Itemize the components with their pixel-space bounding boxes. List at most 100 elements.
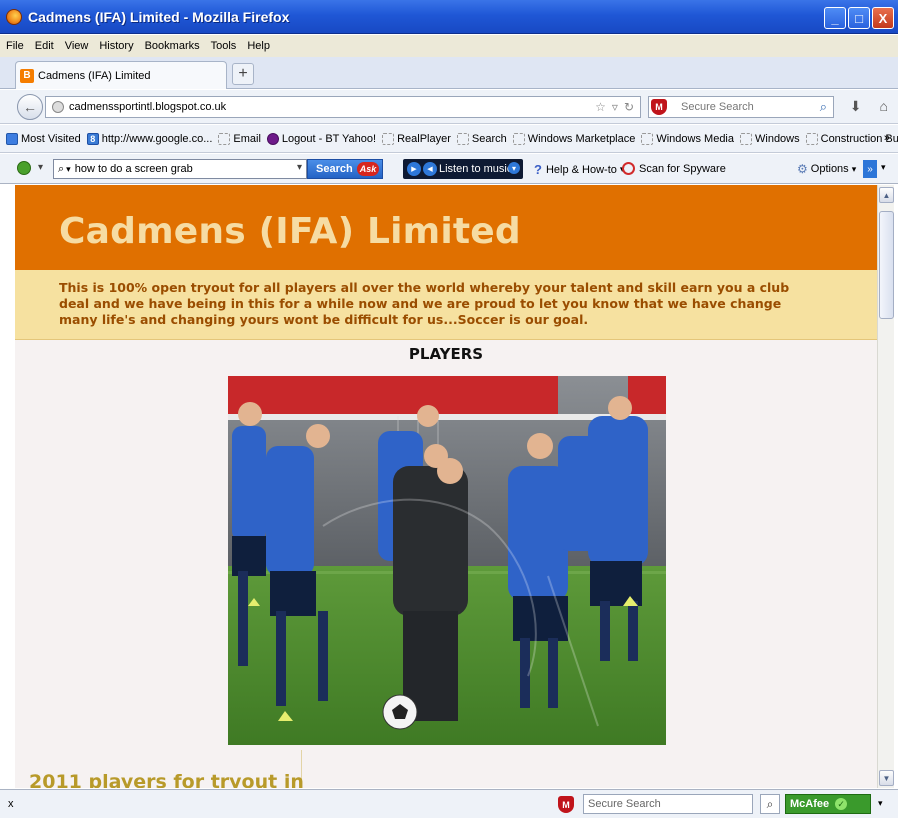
scrollbar-thumb[interactable]	[879, 211, 894, 319]
menu-history[interactable]: History	[99, 40, 133, 52]
minimize-button[interactable]: _	[824, 7, 846, 29]
bookmark-windows-media[interactable]: Windows Media	[641, 132, 734, 145]
bookmark-page-icon	[218, 132, 231, 145]
tab-cadmens[interactable]: B Cadmens (IFA) Limited	[15, 61, 227, 89]
gear-icon: ⚙	[797, 162, 808, 176]
close-button[interactable]: X	[872, 7, 894, 29]
home-icon[interactable]: ⌂	[880, 98, 888, 115]
bookmark-email[interactable]: Email	[218, 132, 261, 145]
status-search-input[interactable]: Secure Search	[583, 794, 753, 814]
play-icon[interactable]: ▶	[407, 162, 421, 176]
firefox-icon	[6, 8, 22, 25]
bookmark-label: Logout - BT Yahoo!	[281, 132, 377, 145]
close-addon-bar-icon[interactable]: x	[8, 798, 14, 810]
history-dropdown-icon[interactable]: ▿	[612, 100, 618, 114]
search-icon[interactable]: ⌕	[820, 99, 827, 115]
maximize-button[interactable]: □	[848, 7, 870, 29]
yahoo-icon	[266, 132, 279, 145]
players-photo[interactable]	[228, 376, 666, 745]
menu-file[interactable]: File	[6, 40, 24, 52]
site-identity-icon[interactable]	[52, 101, 64, 113]
scroll-down-icon[interactable]: ▼	[879, 770, 894, 786]
mcafee-shield-icon[interactable]: M	[558, 796, 574, 813]
mcafee-label: McAfee	[790, 798, 830, 810]
bookmarks-bar: Most Visited 8 http://www.google.co... Em…	[0, 125, 898, 153]
tab-strip: B Cadmens (IFA) Limited +	[0, 57, 898, 89]
mcafee-shield-icon[interactable]: M	[651, 99, 667, 115]
blogger-favicon-icon: B	[20, 68, 34, 83]
chevron-down-icon[interactable]: ▾	[66, 164, 71, 175]
new-tab-button[interactable]: +	[232, 63, 254, 85]
mcafee-status-button[interactable]: McAfee ✓	[785, 794, 871, 814]
chevron-down-icon: ▾	[851, 163, 857, 174]
menu-help[interactable]: Help	[247, 40, 270, 52]
chevron-down-icon[interactable]: ▾	[881, 162, 886, 173]
bookmark-label: RealPlayer	[397, 132, 451, 145]
ask-search-input[interactable]: ⌕ ▾ how to do a screen grab ▾	[53, 159, 307, 179]
menu-bar: File Edit View History Bookmarks Tools H…	[0, 35, 898, 57]
window-titlebar[interactable]: Cadmens (IFA) Limited - Mozilla Firefox …	[0, 0, 898, 34]
check-icon: ✓	[835, 798, 848, 810]
url-text: cadmenssportintl.blogspot.co.uk	[69, 101, 227, 113]
bookmark-search[interactable]: Search	[456, 132, 507, 145]
question-mark-icon: ?	[534, 162, 542, 177]
ask-toolbar-logo-icon[interactable]	[17, 161, 31, 175]
spyware-label: Scan for Spyware	[639, 162, 726, 175]
url-bar-icons: ☆ ▿ ↻	[595, 100, 634, 114]
chevron-down-icon[interactable]: ▾	[297, 162, 302, 173]
bookmark-label: Email	[233, 132, 261, 145]
bookmark-label: Most Visited	[21, 132, 81, 145]
search-bar[interactable]: M Secure Search ⌕	[648, 96, 834, 118]
bookmark-star-icon[interactable]: ☆	[595, 100, 606, 114]
options-menu[interactable]: ⚙ Options ▾	[797, 162, 856, 176]
bookmark-windows-marketplace[interactable]: Windows Marketplace	[512, 132, 635, 145]
back-button[interactable]: ←	[17, 94, 43, 120]
bookmark-label: Windows Media	[656, 132, 734, 145]
bookmark-page-icon	[456, 132, 469, 145]
scroll-up-icon[interactable]: ▲	[879, 187, 894, 203]
bookmark-page-icon	[805, 132, 818, 145]
spyware-target-icon	[622, 162, 635, 175]
search-icon[interactable]: ⌕	[760, 794, 780, 814]
chevron-down-icon[interactable]: ▾	[38, 162, 43, 173]
chevron-down-icon[interactable]: ▾	[508, 162, 520, 174]
window-title: Cadmens (IFA) Limited - Mozilla Firefox	[28, 8, 290, 25]
post-heading[interactable]: 2011 players for tryout in	[29, 771, 304, 788]
listen-to-music-widget[interactable]: ▶ ◀ Listen to music ▾	[403, 159, 523, 179]
menu-view[interactable]: View	[65, 40, 89, 52]
download-icon[interactable]: ⬇	[850, 98, 862, 115]
section-title: PLAYERS	[408, 345, 484, 363]
ask-query-text: how to do a screen grab	[74, 163, 193, 175]
search-placeholder: Secure Search	[681, 101, 754, 113]
bookmark-label: Windows	[755, 132, 800, 145]
status-bar: x M Secure Search ⌕ McAfee ✓ ▾	[0, 789, 898, 818]
bookmark-page-icon	[641, 132, 654, 145]
url-bar[interactable]: cadmenssportintl.blogspot.co.uk ☆ ▿ ↻	[45, 96, 641, 118]
help-howto-menu[interactable]: ? Help & How-to ▾	[534, 162, 624, 177]
reload-icon[interactable]: ↻	[624, 100, 634, 114]
menu-bookmarks[interactable]: Bookmarks	[145, 40, 200, 52]
search-icon: ⌕	[58, 162, 65, 175]
ask-search-button[interactable]: Search Ask	[307, 159, 383, 179]
navigation-bar: ← cadmenssportintl.blogspot.co.uk ☆ ▿ ↻ …	[0, 90, 898, 124]
bookmark-realplayer[interactable]: RealPlayer	[382, 132, 451, 145]
bookmarks-overflow-chevron[interactable]: »	[884, 132, 890, 144]
bookmark-google[interactable]: 8 http://www.google.co...	[86, 132, 213, 145]
site-title[interactable]: Cadmens (IFA) Limited	[59, 211, 521, 252]
menu-edit[interactable]: Edit	[35, 40, 54, 52]
bookmark-bt-yahoo[interactable]: Logout - BT Yahoo!	[266, 132, 377, 145]
bookmark-windows[interactable]: Windows	[740, 132, 800, 145]
page-viewport[interactable]: Cadmens (IFA) Limited This is 100% open …	[15, 185, 877, 788]
bookmark-label: http://www.google.co...	[101, 132, 213, 145]
most-visited-icon	[6, 132, 18, 145]
description-text: This is 100% open tryout for all players…	[59, 280, 790, 327]
scan-for-spyware-button[interactable]: Scan for Spyware	[622, 162, 726, 175]
menu-tools[interactable]: Tools	[211, 40, 237, 52]
vertical-scrollbar[interactable]: ▲ ▼	[877, 185, 894, 788]
options-label: Options	[810, 163, 849, 175]
bookmark-most-visited[interactable]: Most Visited	[6, 132, 81, 145]
volume-icon[interactable]: ◀	[423, 162, 437, 176]
bookmark-label: Search	[471, 132, 507, 145]
toolbar-overflow-chevron[interactable]: »	[863, 160, 877, 178]
chevron-down-icon[interactable]: ▾	[878, 798, 883, 809]
